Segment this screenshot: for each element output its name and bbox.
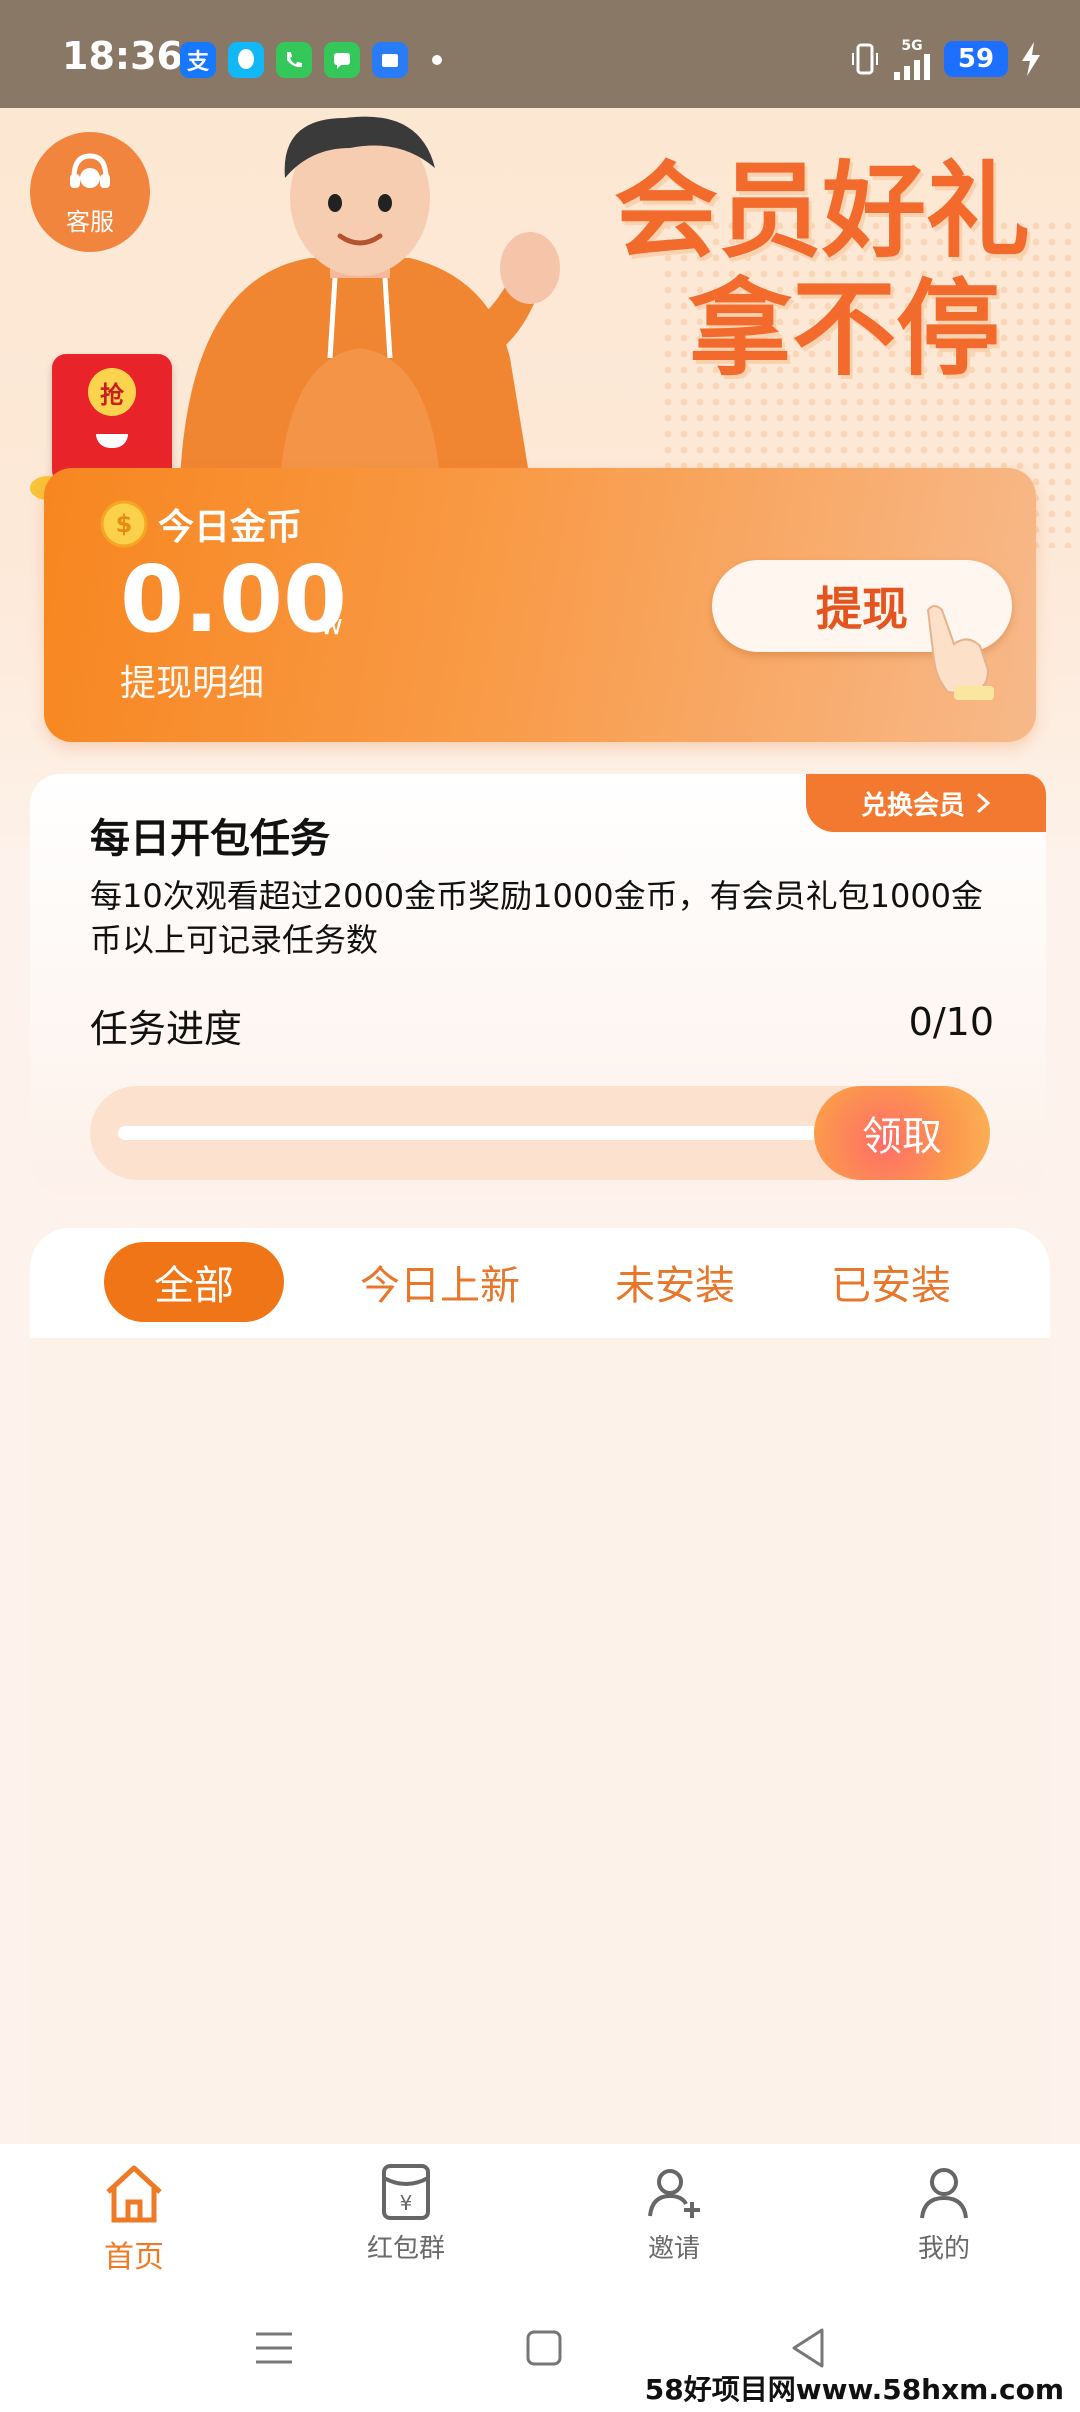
claim-button[interactable]: 领取 — [814, 1086, 990, 1180]
app-list-panel: 全部 今日上新 未安装 已安装 — [30, 1228, 1050, 2148]
progress-count: 0/10 — [908, 1000, 994, 1044]
tab-not-installed[interactable]: 未安装 — [590, 1242, 760, 1322]
system-navigation: 58好项目网www.58hxm.com — [0, 2292, 1080, 2412]
daily-task-card: 兑换会员 每日开包任务 每10次观看超过2000金币奖励1000金币，有会员礼包… — [30, 774, 1046, 1194]
task-title: 每日开包任务 — [90, 816, 330, 862]
network-type: 5G — [901, 38, 923, 54]
svg-text:$: $ — [116, 510, 133, 538]
exchange-membership-label: 兑换会员 — [860, 790, 965, 821]
nav-red-packet-group[interactable]: ¥ 红包群 — [336, 2162, 476, 2265]
home-icon — [106, 2165, 162, 2223]
claim-button-label: 领取 — [862, 1114, 942, 1160]
red-packet-group-icon: ¥ — [382, 2164, 430, 2220]
hero-title: 会员好礼 拿不停 — [614, 152, 1030, 388]
hero-title-line1: 会员好礼 — [613, 150, 1030, 272]
battery-indicator: 59 — [944, 41, 1008, 77]
home-square-icon[interactable] — [524, 2328, 564, 2368]
coin-amount: 0.00 — [120, 546, 347, 653]
red-packet-label: 抢 — [88, 368, 136, 416]
nav-profile-label: 我的 — [917, 2234, 970, 2264]
nav-invite-label: 邀请 — [647, 2234, 700, 2264]
notification-icons: 支 — [180, 42, 442, 78]
tab-today-new[interactable]: 今日上新 — [330, 1242, 550, 1322]
withdraw-detail-link[interactable]: 提现明细 — [120, 654, 264, 706]
more-notifications-dot — [432, 55, 442, 65]
tab-all[interactable]: 全部 — [104, 1242, 284, 1322]
red-packet-decoration: 抢 — [52, 354, 172, 484]
nav-profile[interactable]: 我的 — [874, 2162, 1014, 2265]
pointing-hand-icon — [926, 605, 994, 700]
headset-icon — [70, 152, 110, 188]
coin-header: $ 今日金币 — [100, 498, 302, 550]
signal-icon — [894, 54, 930, 80]
qq-icon — [228, 42, 264, 78]
progress-bar — [118, 1126, 838, 1140]
withdraw-button-label: 提现 — [816, 582, 908, 636]
svg-text:¥: ¥ — [400, 2191, 413, 2215]
profile-icon — [920, 2168, 968, 2219]
phone-icon — [276, 42, 312, 78]
task-description: 每10次观看超过2000金币奖励1000金币，有会员礼包1000金币以上可记录任… — [90, 877, 984, 959]
exchange-membership-button[interactable]: 兑换会员 — [806, 774, 1046, 832]
nav-red-packet-group-label: 红包群 — [366, 2234, 445, 2264]
nav-home-label: 首页 — [104, 2240, 164, 2275]
app-list-empty-area — [30, 1338, 1050, 2148]
status-right: 5G 59 — [850, 38, 1042, 80]
message-icon — [324, 42, 360, 78]
customer-service-label: 客服 — [66, 207, 114, 236]
back-icon[interactable] — [788, 2326, 828, 2370]
alipay-icon: 支 — [180, 42, 216, 78]
progress-track: 领取 — [90, 1086, 990, 1180]
charging-icon — [1022, 42, 1040, 76]
progress-label: 任务进度 — [90, 1007, 243, 1051]
vibrate-icon — [852, 43, 878, 75]
menu-icon[interactable] — [254, 2328, 294, 2368]
signal-indicator: 5G — [892, 38, 932, 80]
status-time: 18:36 — [62, 34, 183, 78]
customer-service-button[interactable]: 客服 — [30, 132, 150, 252]
nav-invite[interactable]: 邀请 — [604, 2162, 744, 2265]
mascot-illustration — [180, 116, 560, 480]
nav-home[interactable]: 首页 — [64, 2162, 204, 2276]
watermark: 58好项目网www.58hxm.com — [640, 2368, 1068, 2408]
invite-icon — [648, 2169, 700, 2218]
coin-label: 今日金币 — [158, 507, 303, 548]
files-icon — [372, 42, 408, 78]
coin-unit: w — [320, 608, 343, 641]
tab-installed[interactable]: 已安装 — [806, 1242, 976, 1322]
bottom-navigation: 首页 ¥ 红包群 邀请 我的 — [0, 2144, 1080, 2292]
status-bar: 18:36 支 5G 59 — [0, 0, 1080, 108]
hero-title-line2: 拿不停 — [687, 268, 1000, 390]
coin-card: $ 今日金币 0.00 w 提现明细 提现 — [44, 468, 1036, 742]
filter-tabs: 全部 今日上新 未安装 已安装 — [30, 1228, 1050, 1338]
coin-icon: $ — [100, 500, 148, 548]
chevron-right-icon — [976, 792, 991, 814]
